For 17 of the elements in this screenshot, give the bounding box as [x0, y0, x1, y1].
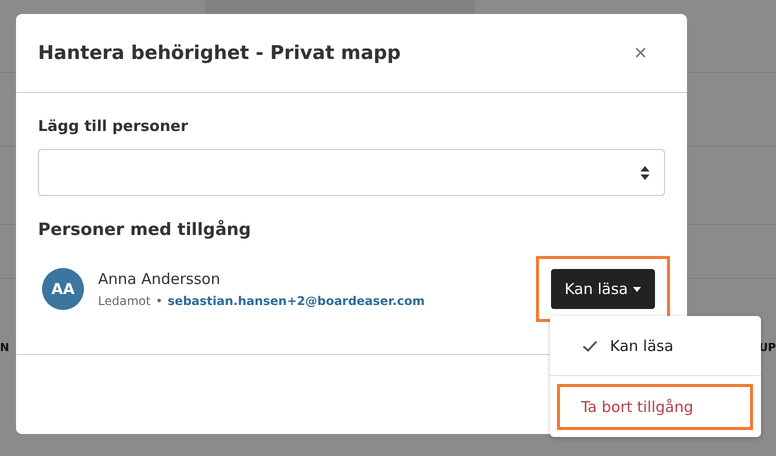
checkmark-icon [582, 340, 598, 352]
sort-arrows-icon [640, 164, 650, 180]
person-role: Ledamot [98, 294, 151, 308]
email-link[interactable]: sebastian.hansen+2@boardeaser.com [168, 294, 425, 308]
section-heading: Personer med tillgång [38, 220, 252, 240]
close-button[interactable]: × [634, 40, 647, 66]
separator-dot: • [156, 294, 163, 308]
avatar: AA [42, 268, 84, 310]
dialog-title: Hantera behörighet - Privat mapp [38, 42, 401, 64]
caret-icon [633, 286, 641, 292]
field-label: Lägg till personer [38, 117, 189, 135]
permission-dropdown-button[interactable]: Kan läsa [550, 269, 655, 309]
menu-item[interactable]: Ta bort tillgång [557, 384, 753, 430]
background-text: N [0, 341, 10, 354]
people-select-field[interactable] [38, 149, 665, 196]
menu-item[interactable]: Kan läsa [550, 316, 761, 376]
person-name: Anna Andersson [98, 270, 222, 288]
